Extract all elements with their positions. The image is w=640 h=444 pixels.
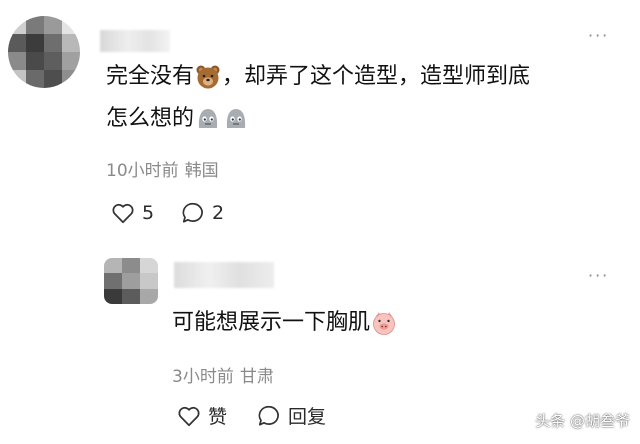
like-button[interactable]: 赞 [176, 402, 227, 429]
comment-location: 韩国 [184, 161, 219, 181]
replier-name-blurred[interactable] [174, 262, 274, 288]
heart-outline-icon [112, 204, 134, 224]
comment-text-segment: 完全没有 [106, 64, 195, 89]
reply-label: 回复 [288, 406, 327, 428]
reply-location: 甘肃 [239, 367, 274, 387]
comment-bubble-icon [258, 405, 279, 426]
like-label: 赞 [208, 406, 228, 428]
replier-avatar[interactable] [104, 258, 158, 304]
comment-text-segment: 怎么想的 [106, 106, 195, 131]
like-count: 5 [142, 202, 155, 224]
pig-face-icon [371, 310, 397, 336]
bear-face-icon [195, 64, 221, 90]
comment-meta: 10小时前 韩国 [106, 156, 219, 181]
comment-text-line: 怎么想的 [106, 102, 250, 136]
comment-time: 10小时前 [106, 161, 179, 181]
hmm-face-icon [223, 106, 249, 132]
reply-count: 2 [212, 202, 225, 224]
reply-text: 可能想展示一下胸肌 [172, 306, 398, 340]
ellipsis-icon[interactable]: ··· [588, 266, 609, 285]
hmm-face-icon [195, 106, 221, 132]
reply-text-segment: 可能想展示一下胸肌 [172, 310, 371, 335]
like-button[interactable]: 5 [110, 200, 154, 226]
ellipsis-icon[interactable]: ··· [588, 26, 609, 45]
commenter-name-blurred[interactable] [100, 30, 170, 52]
reply-button[interactable]: 回复 [256, 402, 326, 429]
watermark: 头条 @胡叁爷 [535, 412, 630, 430]
heart-outline-icon [178, 406, 200, 426]
commenter-avatar[interactable] [8, 16, 80, 88]
comment-text-segment: ，却弄了这个造型，造型师到底 [222, 64, 531, 89]
reply-meta: 3小时前 甘肃 [172, 362, 274, 387]
reply-button[interactable]: 2 [180, 200, 224, 226]
comment-bubble-icon [182, 202, 203, 223]
reply-time: 3小时前 [172, 367, 234, 387]
comment-text: 完全没有 ，却弄了这个造型，造型师到底 [106, 60, 530, 94]
